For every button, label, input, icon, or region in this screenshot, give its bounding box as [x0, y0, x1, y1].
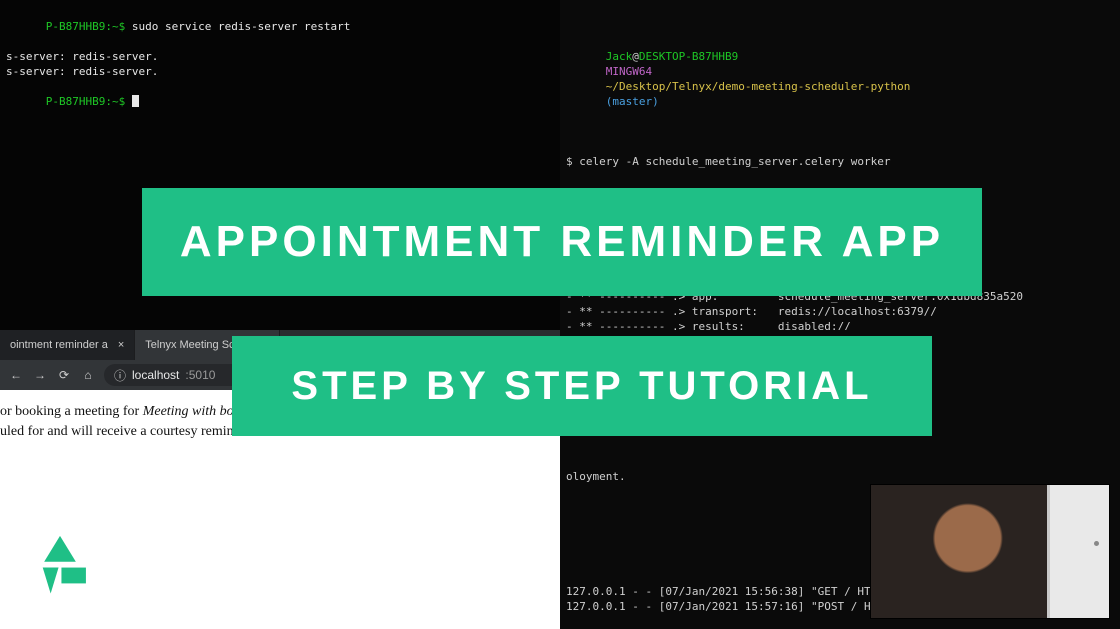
presenter-face: [871, 485, 1047, 618]
site-info-icon[interactable]: ⓘ: [114, 367, 126, 384]
webcam-thumbnail: [870, 484, 1110, 619]
shell-output-line: s-server: redis-server.: [6, 49, 554, 64]
title-card-secondary: STEP BY STEP TUTORIAL: [232, 336, 932, 436]
shell-command: [125, 95, 132, 108]
shell-prompt: P-B87HHB9:~$: [46, 20, 125, 33]
browser-tab-title: ointment reminder a: [10, 339, 108, 351]
home-icon[interactable]: ⌂: [80, 368, 96, 382]
cursor: [132, 95, 139, 107]
shell-shell: MINGW64: [606, 65, 652, 78]
page-text: or booking a meeting for: [0, 404, 143, 419]
forward-icon[interactable]: →: [32, 368, 48, 382]
page-text-emphasis: Meeting with bo: [143, 404, 234, 419]
shell-path: ~/Desktop/Telnyx/demo-meeting-scheduler-…: [606, 80, 911, 93]
shell-user: Jack: [606, 50, 633, 63]
back-icon[interactable]: ←: [8, 368, 24, 382]
shell-command: $ celery -A schedule_meeting_server.cele…: [566, 154, 1114, 169]
shell-command: sudo service redis-server restart: [125, 20, 350, 33]
background-door: [1047, 485, 1109, 618]
shell-output-line: oloyment.: [566, 469, 1114, 484]
reload-icon[interactable]: ⟳: [56, 368, 72, 382]
shell-output-line: s-server: redis-server.: [6, 64, 554, 79]
shell-at: @: [632, 50, 639, 63]
browser-tab[interactable]: ointment reminder a ×: [0, 330, 135, 360]
title-card-primary: APPOINTMENT REMINDER APP: [142, 188, 982, 296]
url-path: :5010: [185, 368, 215, 382]
shell-host: DESKTOP-B87HHB9: [639, 50, 738, 63]
shell-prompt: P-B87HHB9:~$: [46, 95, 125, 108]
shell-branch: (master): [606, 95, 659, 108]
close-icon[interactable]: ×: [118, 339, 124, 351]
telnyx-logo-icon: [24, 533, 96, 605]
url-host: localhost: [132, 368, 179, 382]
